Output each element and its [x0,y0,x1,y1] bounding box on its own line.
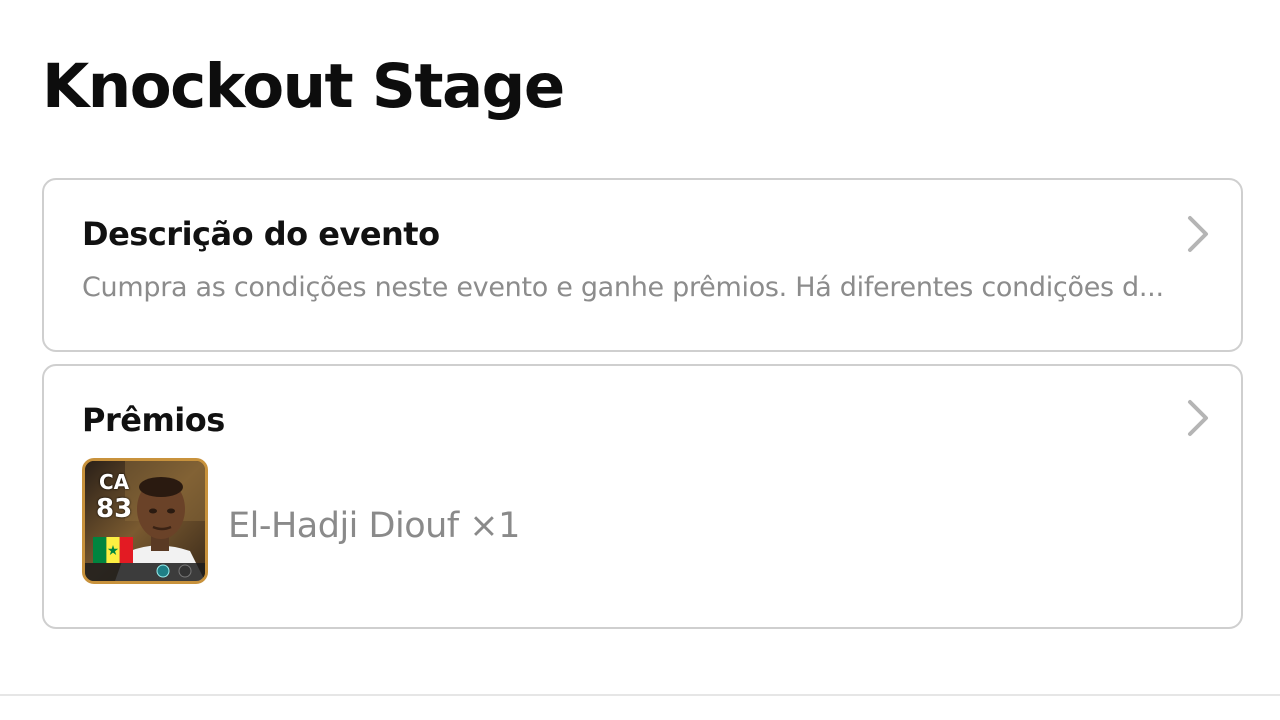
event-description-heading: Descrição do evento [82,215,440,253]
player-rating: 83 [96,494,133,524]
event-description-text: Cumpra as condições neste evento e ganhe… [82,272,1164,303]
prizes-card[interactable]: Prêmios CA 83 El-Hadji Diouf ×1 [42,364,1243,629]
prize-item-label: El-Hadji Diouf ×1 [228,506,520,546]
event-description-card[interactable]: Descrição do evento Cumpra as condições … [42,178,1243,352]
chevron-right-icon [1188,216,1208,252]
prizes-heading: Prêmios [82,401,225,439]
player-card-thumbnail[interactable]: CA 83 [82,458,208,584]
page-title: Knockout Stage [42,51,565,122]
event-detail-page: Knockout Stage Descrição do evento Cumpr… [0,0,1280,720]
chevron-right-icon [1188,400,1208,436]
player-position: CA [99,470,130,494]
bottom-divider [0,694,1280,696]
senegal-flag-icon [93,537,133,563]
